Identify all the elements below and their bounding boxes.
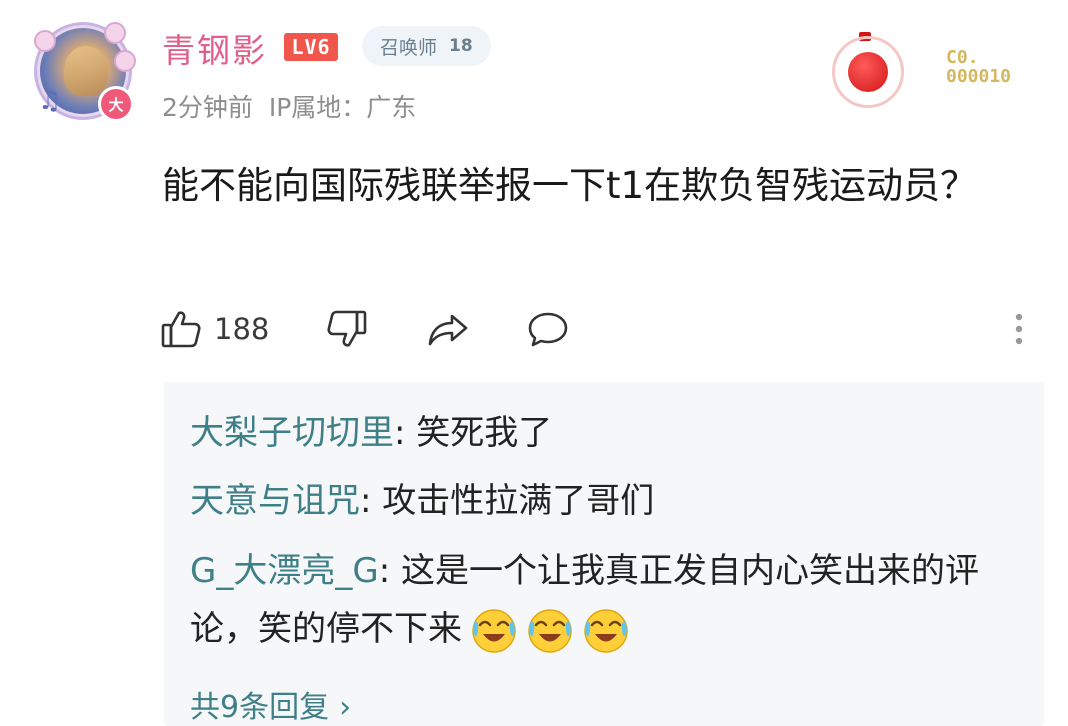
comment-text: 能不能向国际残联举报一下t1在欺负智残运动员？ <box>162 164 978 207</box>
more-options-button[interactable] <box>1012 304 1026 354</box>
reply-item: 大梨子切切里: 笑死我了 <box>190 404 1020 462</box>
reply-author[interactable]: G_大漂亮_G <box>190 551 379 591</box>
decor-code: C0. 000010 <box>946 48 1011 86</box>
reply-text: 笑死我了 <box>416 413 553 453</box>
flower-decoration-icon <box>34 30 56 52</box>
pomegranate-stamp-inner <box>848 52 888 92</box>
share-button[interactable] <box>426 304 470 354</box>
reply-separator: : <box>378 551 401 591</box>
avatar[interactable]: ♫ 大 <box>34 20 136 122</box>
view-more-replies-link[interactable]: 共9条回复 › <box>190 682 351 726</box>
laughing-crying-emoji-icon <box>582 607 630 655</box>
laughing-crying-emoji-icon <box>470 607 518 655</box>
title-tag-number: 18 <box>449 36 473 56</box>
reply-item: G_大漂亮_G: 这是一个让我真正发自内心笑出来的评论，笑的停不下来 <box>190 542 1020 658</box>
reply-preview-box[interactable]: 大梨子切切里: 笑死我了 天意与诅咒: 攻击性拉满了哥们 G_大漂亮_G: 这是… <box>164 382 1044 726</box>
decor-code-line2: 000010 <box>946 66 1012 87</box>
comment-time: 2分钟前 <box>162 93 253 122</box>
thumbs-up-icon <box>161 311 201 348</box>
comment-meta: 2分钟前 IP属地：广东 <box>162 88 416 124</box>
flower-decoration-icon <box>114 50 136 72</box>
pomegranate-stamp-icon <box>832 36 904 108</box>
reply-text: 攻击性拉满了哥们 <box>382 481 655 521</box>
title-tag-label: 召唤师 <box>380 36 438 59</box>
comment-card: ♫ 大 青钢影 LV6 召唤师 18 2分钟前 IP属地：广东 C0. 0000… <box>0 0 1068 726</box>
reply-separator: : <box>360 481 383 521</box>
like-button[interactable]: 188 <box>160 304 269 354</box>
more-replies-label: 共9条回复 <box>190 690 330 725</box>
like-count: 188 <box>214 312 270 346</box>
comment-icon <box>528 312 568 347</box>
music-note-icon: ♫ <box>38 86 62 116</box>
flower-decoration-icon <box>104 22 126 44</box>
level-badge: LV6 <box>284 33 338 61</box>
action-bar: 188 <box>160 304 1040 354</box>
reply-author[interactable]: 大梨子切切里 <box>190 413 394 453</box>
thumbs-down-icon <box>327 310 367 347</box>
reply-item: 天意与诅咒: 攻击性拉满了哥们 <box>190 472 1020 530</box>
share-icon <box>428 314 468 346</box>
more-vertical-icon <box>1015 313 1023 345</box>
avatar-badge: 大 <box>98 86 134 122</box>
reply-button[interactable] <box>526 304 570 354</box>
username[interactable]: 青钢影 <box>162 24 267 72</box>
laughing-crying-emoji-icon <box>526 607 574 655</box>
decor-code-line1: C0. <box>946 47 979 68</box>
reply-separator: : <box>394 413 417 453</box>
chevron-right-icon: › <box>339 690 352 725</box>
reply-author[interactable]: 天意与诅咒 <box>190 481 360 521</box>
avatar-hair <box>64 46 108 96</box>
dislike-button[interactable] <box>326 304 368 354</box>
ip-location: IP属地：广东 <box>268 93 417 122</box>
title-tag[interactable]: 召唤师 18 <box>362 26 491 66</box>
